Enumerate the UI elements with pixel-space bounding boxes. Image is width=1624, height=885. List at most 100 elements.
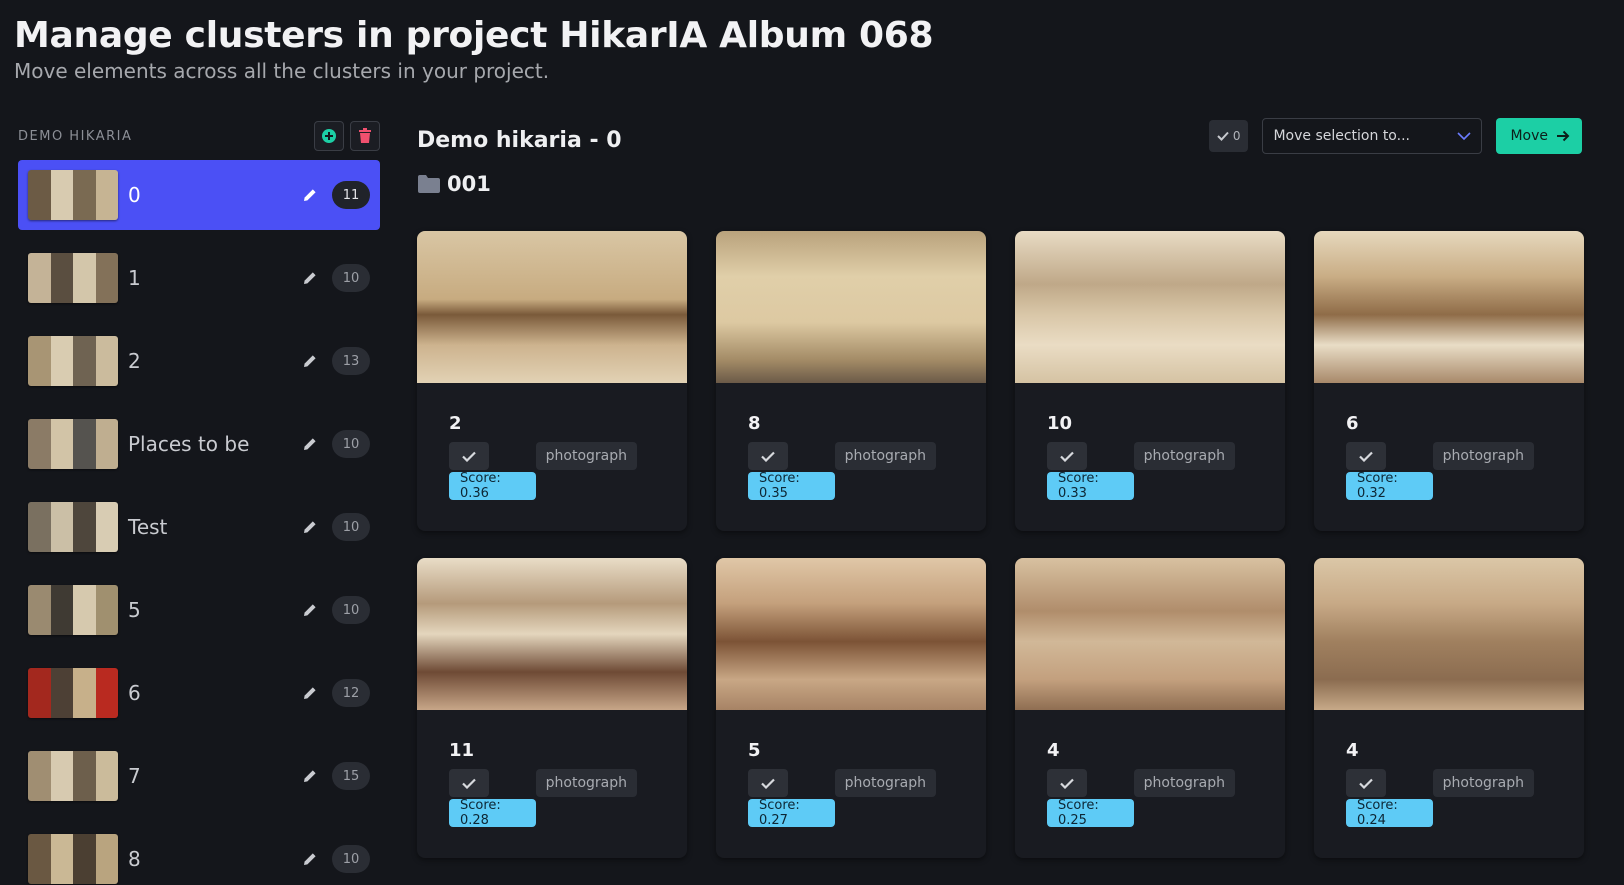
- selection-count: 0: [1232, 129, 1241, 143]
- trash-icon: [359, 128, 371, 143]
- element-card[interactable]: 4 Score: 0.24 photograph: [1314, 558, 1584, 858]
- card-body: 4 Score: 0.24 photograph: [1314, 740, 1584, 828]
- pencil-icon[interactable]: [300, 766, 320, 786]
- type-tag: photograph: [535, 769, 637, 797]
- cluster-label: 2: [128, 349, 141, 373]
- card-title: 10: [1047, 413, 1073, 434]
- cluster-thumbnail: [28, 834, 118, 884]
- element-card[interactable]: 8 Score: 0.35 photograph: [716, 231, 986, 531]
- cluster-label: 5: [128, 598, 141, 622]
- chevron-down-icon: [1457, 131, 1472, 140]
- score-tag: Score: 0.32: [1346, 471, 1433, 501]
- element-card[interactable]: 6 Score: 0.32 photograph: [1314, 231, 1584, 531]
- cluster-title: Demo hikaria - 0: [417, 128, 622, 153]
- select-checkbox[interactable]: [1346, 442, 1386, 470]
- pencil-icon[interactable]: [300, 683, 320, 703]
- select-checkbox[interactable]: [1346, 769, 1386, 797]
- score-tag: Score: 0.35: [748, 471, 835, 501]
- card-left-column: Score: 0.28: [449, 769, 536, 828]
- pencil-icon[interactable]: [300, 849, 320, 869]
- delete-cluster-button[interactable]: [350, 121, 380, 151]
- card-tags-row: Score: 0.35 photograph: [748, 442, 954, 501]
- cluster-item[interactable]: Test 10: [18, 492, 380, 562]
- cluster-item[interactable]: 5 10: [18, 575, 380, 645]
- page-title: Manage clusters in project HikarIA Album…: [14, 15, 934, 56]
- card-title: 5: [748, 740, 761, 761]
- select-checkbox[interactable]: [449, 769, 489, 797]
- add-cluster-button[interactable]: [314, 121, 344, 151]
- page-subtitle: Move elements across all the clusters in…: [14, 59, 550, 83]
- select-checkbox[interactable]: [748, 442, 788, 470]
- type-tag: photograph: [1432, 442, 1534, 470]
- element-card[interactable]: 4 Score: 0.25 photograph: [1015, 558, 1285, 858]
- cluster-item[interactable]: 2 13: [18, 326, 380, 396]
- check-icon: [1359, 778, 1373, 789]
- select-checkbox[interactable]: [449, 442, 489, 470]
- folder-row[interactable]: 001: [417, 172, 491, 196]
- cluster-count-badge: 12: [332, 679, 370, 707]
- type-tag: photograph: [535, 442, 637, 470]
- cluster-item[interactable]: Places to be 10: [18, 409, 380, 479]
- cluster-count-badge: 13: [332, 347, 370, 375]
- card-tags-row: Score: 0.33 photograph: [1047, 442, 1253, 501]
- pencil-icon[interactable]: [300, 434, 320, 454]
- cluster-label: 0: [128, 183, 141, 207]
- cluster-item[interactable]: 0 11: [18, 160, 380, 230]
- cluster-label: Places to be: [128, 432, 250, 456]
- element-card[interactable]: 2 Score: 0.36 photograph: [417, 231, 687, 531]
- photograph-image: [1314, 231, 1584, 383]
- photograph-image: [417, 558, 687, 710]
- move-selection-dropdown[interactable]: Move selection to...: [1262, 118, 1483, 154]
- cluster-label: 7: [128, 764, 141, 788]
- cluster-label: 6: [128, 681, 141, 705]
- card-body: 8 Score: 0.35 photograph: [716, 413, 986, 501]
- score-tag: Score: 0.24: [1346, 798, 1433, 828]
- select-checkbox[interactable]: [748, 769, 788, 797]
- move-button-label: Move: [1510, 128, 1548, 144]
- cluster-item[interactable]: 7 15: [18, 741, 380, 811]
- sidebar-header: DEMO HIKARIA: [18, 118, 380, 154]
- cluster-label: 1: [128, 266, 141, 290]
- pencil-icon[interactable]: [300, 268, 320, 288]
- check-icon: [761, 778, 775, 789]
- element-card[interactable]: 5 Score: 0.27 photograph: [716, 558, 986, 858]
- pencil-icon[interactable]: [300, 600, 320, 620]
- card-tags-row: Score: 0.27 photograph: [748, 769, 954, 828]
- photograph-image: [1015, 231, 1285, 383]
- cluster-item[interactable]: 6 12: [18, 658, 380, 728]
- score-tag: Score: 0.25: [1047, 798, 1134, 828]
- card-tags-row: Score: 0.36 photograph: [449, 442, 655, 501]
- card-title: 4: [1346, 740, 1359, 761]
- cluster-item[interactable]: 8 10: [18, 824, 380, 885]
- cluster-count-badge: 10: [332, 513, 370, 541]
- cluster-count-badge: 10: [332, 845, 370, 873]
- card-title: 6: [1346, 413, 1359, 434]
- check-icon: [462, 451, 476, 462]
- select-checkbox[interactable]: [1047, 769, 1087, 797]
- cluster-count-badge: 15: [332, 762, 370, 790]
- card-left-column: Score: 0.35: [748, 442, 835, 501]
- check-icon: [1060, 451, 1074, 462]
- element-card[interactable]: 10 Score: 0.33 photograph: [1015, 231, 1285, 531]
- element-card[interactable]: 11 Score: 0.28 photograph: [417, 558, 687, 858]
- card-title: 2: [449, 413, 462, 434]
- move-button[interactable]: Move: [1496, 118, 1582, 154]
- selection-count-badge: 0: [1208, 120, 1249, 152]
- plus-circle-icon: [322, 129, 336, 143]
- pencil-icon[interactable]: [300, 185, 320, 205]
- card-body: 11 Score: 0.28 photograph: [417, 740, 687, 828]
- score-tag: Score: 0.33: [1047, 471, 1134, 501]
- cluster-count-badge: 10: [332, 264, 370, 292]
- type-tag: photograph: [1133, 769, 1235, 797]
- arrow-right-icon: [1557, 130, 1570, 142]
- photograph-image: [716, 558, 986, 710]
- cluster-thumbnail: [28, 751, 118, 801]
- pencil-icon[interactable]: [300, 517, 320, 537]
- pencil-icon[interactable]: [300, 351, 320, 371]
- cluster-item[interactable]: 1 10: [18, 243, 380, 313]
- select-checkbox[interactable]: [1047, 442, 1087, 470]
- check-icon: [761, 451, 775, 462]
- card-tags-row: Score: 0.32 photograph: [1346, 442, 1552, 501]
- card-left-column: Score: 0.36: [449, 442, 536, 501]
- cluster-list: 0 11 1 10 2 13 Places to be 10 Test 10 5 10 6 12 7 15 8 1…: [18, 160, 380, 885]
